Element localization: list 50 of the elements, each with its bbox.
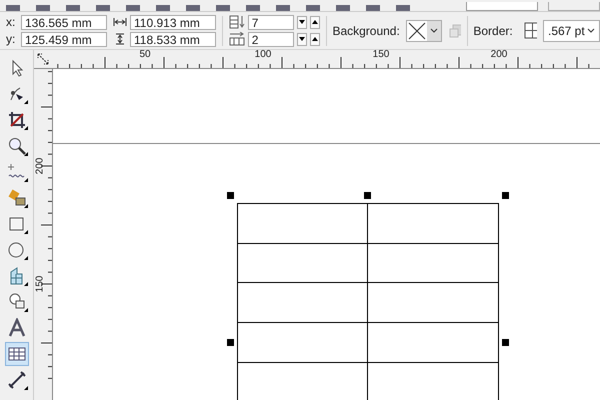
zoom-icon — [6, 136, 26, 156]
no-fill-icon — [406, 22, 427, 40]
selection-handle[interactable] — [502, 192, 509, 199]
x-field[interactable]: 136.565 mm — [21, 14, 107, 30]
width-field[interactable]: 110.913 mm — [130, 14, 216, 30]
ruler-label: 150 — [372, 50, 390, 60]
paint-icon — [6, 188, 26, 208]
table-drawing[interactable] — [237, 203, 499, 400]
ellipse-icon — [6, 240, 26, 260]
tool-button[interactable] — [4, 342, 28, 366]
y-field[interactable]: 125.459 mm — [21, 32, 107, 46]
crop-icon — [6, 110, 26, 130]
spin-up-button[interactable] — [310, 16, 320, 28]
ruler-label: 200 — [35, 158, 46, 174]
background-picker[interactable] — [406, 20, 442, 42]
width-icon — [113, 17, 127, 27]
background-label: Background: — [332, 24, 400, 38]
x-label: x: — [6, 15, 16, 29]
spin-down-button[interactable] — [296, 16, 307, 28]
fill-icon[interactable] — [448, 22, 461, 38]
up-triangle-icon — [312, 37, 318, 41]
border-width-dropdown[interactable]: .567 pt — [542, 20, 600, 42]
height-field[interactable]: 118.533 mm — [130, 32, 216, 46]
snap-button[interactable] — [548, 2, 600, 11]
height-icon — [113, 33, 127, 45]
text-icon — [6, 318, 26, 338]
chevron-down-icon — [587, 28, 596, 33]
rows-icon — [228, 15, 245, 29]
columns-field[interactable]: 2 — [248, 32, 294, 46]
spin-up-button[interactable] — [310, 32, 320, 46]
selection-handle[interactable] — [502, 339, 509, 346]
zoom-field[interactable] — [466, 2, 538, 11]
dimension-icon — [6, 370, 26, 390]
up-triangle-icon — [312, 20, 318, 24]
border-grid-icon[interactable] — [522, 20, 537, 40]
columns-icon — [228, 32, 245, 46]
border-label: Border: — [473, 24, 513, 38]
y-label: y: — [6, 32, 16, 46]
ruler-label: 200 — [490, 50, 508, 60]
selection-handle[interactable] — [364, 192, 371, 199]
rows-field[interactable]: 7 — [248, 14, 294, 30]
spin-down-button[interactable] — [296, 32, 307, 46]
down-triangle-icon — [298, 37, 305, 41]
down-triangle-icon — [298, 20, 305, 24]
ruler-label: 100 — [254, 50, 272, 60]
selection-handle[interactable] — [227, 339, 234, 346]
ruler-label: 150 — [35, 276, 46, 292]
chevron-down-icon — [430, 28, 438, 33]
ruler-label: 50 — [139, 50, 151, 60]
selection-handle[interactable] — [227, 192, 234, 199]
